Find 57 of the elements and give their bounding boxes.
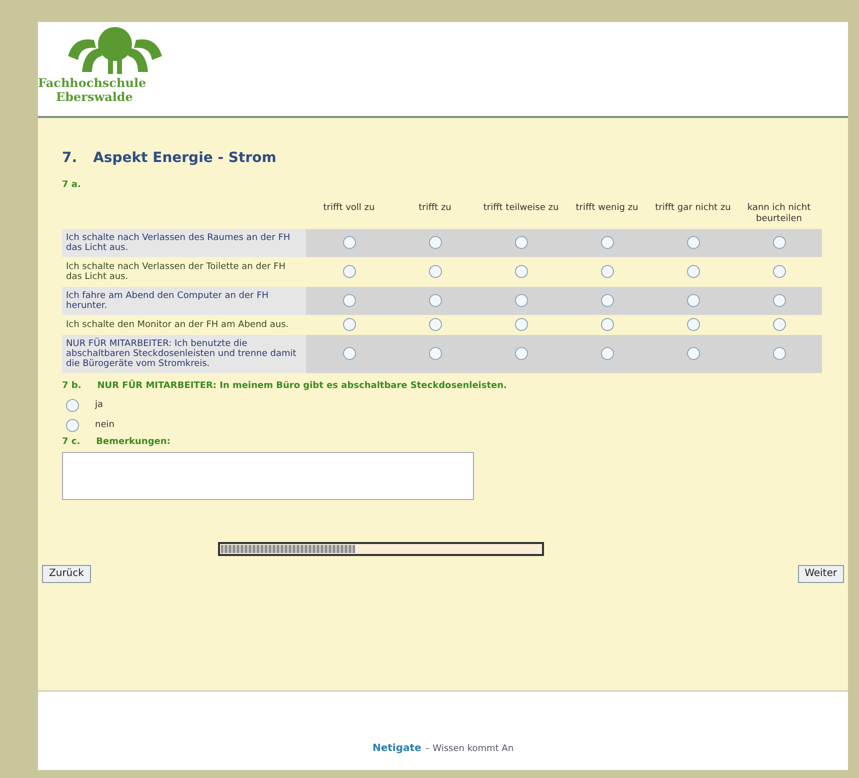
comment-field[interactable]	[62, 452, 474, 500]
column-header: trifft wenig zu	[574, 202, 640, 214]
radio-button[interactable]	[600, 294, 614, 307]
column-header: trifft voll zu	[322, 202, 376, 214]
radio-button[interactable]	[772, 265, 786, 278]
radio-button[interactable]	[686, 294, 700, 307]
column-header: kann ich nicht beurteilen	[746, 202, 812, 226]
school-name: Fachhochschule	[38, 76, 146, 90]
radio-button[interactable]	[428, 347, 442, 360]
back-button[interactable]: Zurück	[42, 564, 91, 582]
statement-text: NUR FÜR MITARBEITER: Ich benutzte die abschaltbaren Steckdosenleisten und trenne damit die Bürogeräte vom Stromkreis.	[62, 334, 306, 372]
radio-button[interactable]	[66, 399, 79, 412]
radio-button[interactable]	[772, 318, 786, 331]
radio-button[interactable]	[428, 236, 442, 249]
option-label: ja	[95, 399, 104, 412]
radio-button[interactable]	[686, 347, 700, 360]
radio-button[interactable]	[686, 265, 700, 278]
radio-button[interactable]	[342, 265, 356, 278]
school-name: Eberswalde	[56, 90, 133, 104]
next-button[interactable]: Weiter	[798, 564, 844, 582]
radio-button[interactable]	[514, 265, 528, 278]
question-text: Bemerkungen:	[96, 436, 170, 449]
footer-brand: Netigate	[372, 742, 422, 756]
question-text: NUR FÜR MITARBEITER: In meinem Büro gibt es abschaltbare Steckdosenleisten.	[97, 380, 507, 392]
radio-button[interactable]	[342, 294, 356, 307]
question-label: 7 a.	[62, 179, 82, 192]
radio-button[interactable]	[600, 347, 614, 360]
radio-button[interactable]	[772, 236, 786, 249]
radio-button[interactable]	[514, 236, 528, 249]
radio-button[interactable]	[514, 347, 528, 360]
footer-slogan: – Wissen kommt An	[425, 742, 514, 756]
radio-button[interactable]	[428, 318, 442, 331]
question-label: 7 b.	[62, 380, 82, 392]
section-number: 7.	[62, 149, 78, 168]
statement-text: Ich schalte nach Verlassen des Raumes an der FH das Licht aus.	[62, 228, 306, 256]
column-header: trifft gar nicht zu	[654, 202, 732, 214]
radio-button[interactable]	[514, 294, 528, 307]
radio-button[interactable]	[342, 347, 356, 360]
radio-button[interactable]	[428, 294, 442, 307]
column-header: trifft teilweise zu	[482, 202, 560, 214]
radio-button[interactable]	[600, 236, 614, 249]
column-header: trifft zu	[418, 202, 452, 214]
radio-button[interactable]	[342, 236, 356, 249]
radio-button[interactable]	[66, 418, 79, 432]
radio-button[interactable]	[514, 318, 528, 331]
radio-button[interactable]	[686, 318, 700, 331]
radio-button[interactable]	[686, 236, 700, 249]
radio-button[interactable]	[772, 294, 786, 307]
radio-button[interactable]	[600, 265, 614, 278]
radio-button[interactable]	[342, 318, 356, 331]
question-label: 7 c.	[62, 436, 80, 449]
radio-button[interactable]	[428, 265, 442, 278]
section-title: Aspekt Energie - Strom	[93, 149, 276, 168]
radio-button[interactable]	[600, 318, 614, 331]
option-label: nein	[95, 418, 114, 432]
statement-text: Ich fahre am Abend den Computer an der FH herunter.	[62, 286, 306, 314]
radio-button[interactable]	[772, 347, 786, 360]
